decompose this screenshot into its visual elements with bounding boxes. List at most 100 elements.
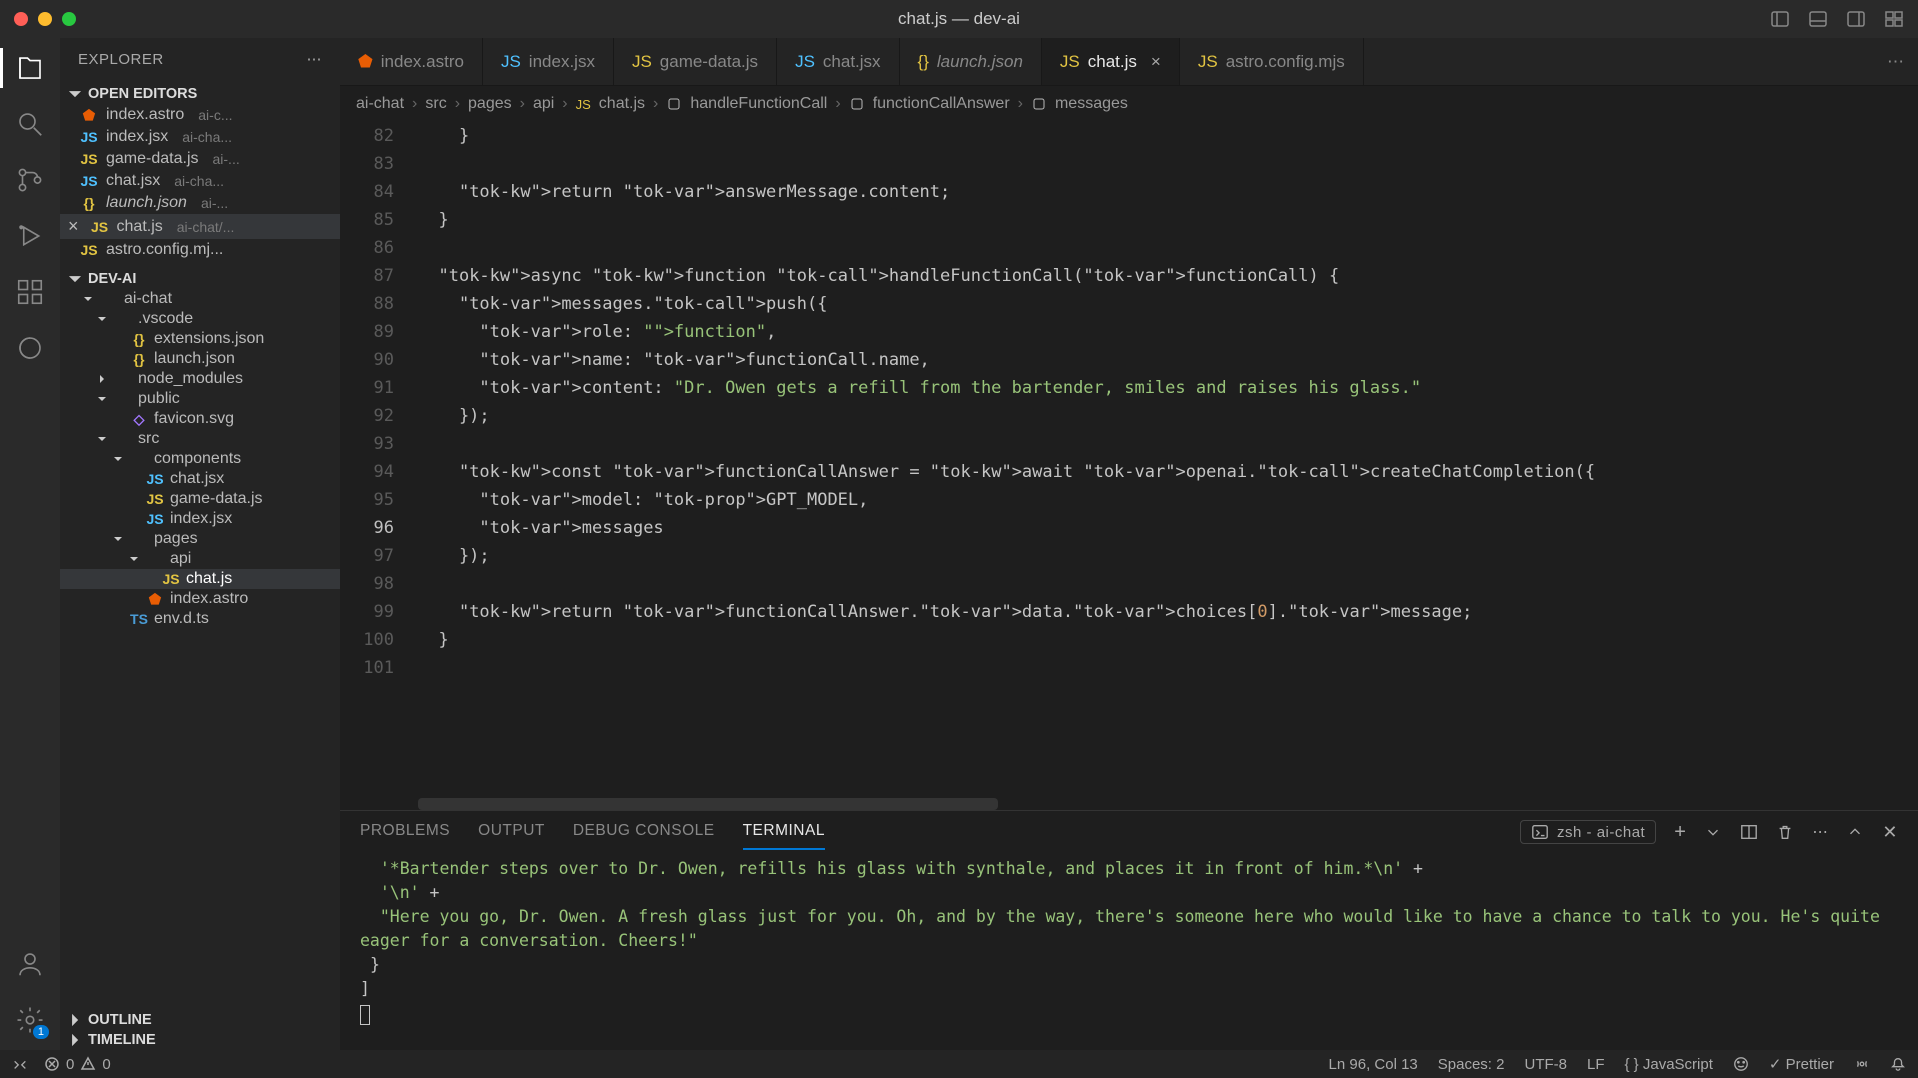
editor-tab[interactable]: {}launch.json	[900, 38, 1042, 85]
trash-icon[interactable]	[1776, 823, 1794, 841]
breadcrumb-item[interactable]: src	[425, 95, 446, 113]
file-path-hint: ai-chat/...	[177, 219, 235, 235]
sidebar-more-icon[interactable]: ⋯	[307, 50, 323, 68]
prettier-status[interactable]: ✓ Prettier	[1769, 1055, 1834, 1073]
accounts-button[interactable]	[14, 948, 46, 980]
maximize-window-button[interactable]	[62, 12, 76, 26]
encoding-status[interactable]: UTF-8	[1524, 1056, 1567, 1073]
chevron-right-icon	[68, 1013, 82, 1027]
close-icon[interactable]: ×	[68, 216, 79, 237]
file-item[interactable]: {}launch.json	[60, 349, 340, 369]
breadcrumb-item[interactable]: ai-chat	[356, 95, 404, 113]
chevron-down-icon[interactable]	[1704, 823, 1722, 841]
timeline-section[interactable]: TIMELINE	[60, 1030, 340, 1050]
open-editor-item[interactable]: JSindex.jsxai-cha...	[60, 126, 340, 148]
editor-tab[interactable]: JSgame-data.js	[614, 38, 777, 85]
feedback-icon[interactable]	[1733, 1056, 1749, 1072]
close-window-button[interactable]	[14, 12, 28, 26]
minimize-window-button[interactable]	[38, 12, 52, 26]
settings-button[interactable]: 1	[14, 1004, 46, 1036]
panel-tab[interactable]: OUTPUT	[478, 814, 545, 850]
extensions-tab[interactable]	[14, 276, 46, 308]
panel-left-icon[interactable]	[1770, 9, 1790, 29]
breadcrumb[interactable]: ai-chat›src›pages›api›JSchat.js›handleFu…	[340, 86, 1918, 122]
horizontal-scrollbar[interactable]	[418, 798, 998, 810]
editor-tab[interactable]: JSchat.jsx	[777, 38, 899, 85]
panel-more-icon[interactable]: ⋯	[1812, 823, 1828, 842]
close-tab-icon[interactable]: ×	[1151, 52, 1161, 72]
breadcrumb-item[interactable]: pages	[468, 95, 512, 113]
radio-icon[interactable]	[1854, 1056, 1870, 1072]
folder-item[interactable]: ai-chat	[60, 289, 340, 309]
file-item[interactable]: JSgame-data.js	[60, 489, 340, 509]
misc-tab[interactable]	[14, 332, 46, 364]
project-section[interactable]: DEV-AI	[60, 269, 340, 289]
code-content[interactable]: } "tok-kw">return "tok-var">answerMessag…	[418, 122, 1918, 810]
layout-grid-icon[interactable]	[1884, 9, 1904, 29]
open-editor-item[interactable]: {}launch.jsonai-...	[60, 192, 340, 214]
breadcrumb-item[interactable]: functionCallAnswer	[873, 95, 1010, 113]
search-tab[interactable]	[14, 108, 46, 140]
folder-item[interactable]: public	[60, 389, 340, 409]
tab-more-icon[interactable]: ⋯	[1887, 52, 1904, 72]
terminal-selector[interactable]: zsh - ai-chat	[1520, 820, 1656, 844]
tab-label: game-data.js	[660, 52, 758, 72]
open-editor-item[interactable]: JSchat.jsxai-cha...	[60, 170, 340, 192]
editor-tab[interactable]: JSchat.js×	[1042, 38, 1180, 85]
language-status[interactable]: { } JavaScript	[1625, 1056, 1713, 1073]
sidebar-title: EXPLORER	[78, 51, 164, 68]
folder-item[interactable]: pages	[60, 529, 340, 549]
open-editor-item[interactable]: ⬟index.astroai-c...	[60, 104, 340, 126]
breadcrumb-item[interactable]: messages	[1055, 95, 1128, 113]
remote-icon[interactable]	[12, 1056, 28, 1072]
outline-section[interactable]: OUTLINE	[60, 1010, 340, 1030]
folder-item[interactable]: src	[60, 429, 340, 449]
chevron-down-icon	[96, 433, 108, 445]
file-item[interactable]: JSindex.jsx	[60, 509, 340, 529]
file-item[interactable]: {}extensions.json	[60, 329, 340, 349]
file-icon: JS	[80, 129, 98, 145]
editor-tab[interactable]: JSastro.config.mjs	[1180, 38, 1364, 85]
panel-tab[interactable]: TERMINAL	[743, 814, 825, 850]
problems-status[interactable]: 0 0	[44, 1056, 111, 1073]
breadcrumb-item[interactable]: chat.js	[599, 95, 645, 113]
folder-item[interactable]: .vscode	[60, 309, 340, 329]
open-editor-item[interactable]: JSastro.config.mj...	[60, 239, 340, 261]
folder-item[interactable]: components	[60, 449, 340, 469]
debug-tab[interactable]	[14, 220, 46, 252]
folder-item[interactable]: node_modules	[60, 369, 340, 389]
editor-tab[interactable]: ⬟index.astro	[340, 38, 483, 85]
editor-tab[interactable]: JSindex.jsx	[483, 38, 614, 85]
file-icon: ⬟	[146, 591, 164, 608]
indentation-status[interactable]: Spaces: 2	[1438, 1056, 1505, 1073]
terminal-output[interactable]: '*Bartender steps over to Dr. Owen, refi…	[340, 853, 1918, 1050]
bell-icon[interactable]	[1890, 1056, 1906, 1072]
file-item[interactable]: JSchat.js	[60, 569, 340, 589]
breadcrumb-item[interactable]: handleFunctionCall	[690, 95, 827, 113]
file-item[interactable]: ⬟index.astro	[60, 589, 340, 609]
explorer-tab[interactable]	[14, 52, 46, 84]
new-terminal-icon[interactable]: +	[1674, 821, 1686, 844]
code-editor[interactable]: 8283848586878889909192939495969798991001…	[340, 122, 1918, 810]
breadcrumb-separator: ›	[1018, 95, 1023, 113]
cursor-position[interactable]: Ln 96, Col 13	[1329, 1056, 1418, 1073]
open-editor-item[interactable]: ×JSchat.jsai-chat/...	[60, 214, 340, 239]
breadcrumb-item[interactable]: api	[533, 95, 554, 113]
open-editor-item[interactable]: JSgame-data.jsai-...	[60, 148, 340, 170]
open-editors-section[interactable]: OPEN EDITORS	[60, 84, 340, 104]
file-item[interactable]: JSchat.jsx	[60, 469, 340, 489]
tab-label: index.astro	[381, 52, 464, 72]
symbol-icon	[849, 96, 865, 112]
folder-item[interactable]: api	[60, 549, 340, 569]
split-terminal-icon[interactable]	[1740, 823, 1758, 841]
maximize-panel-icon[interactable]	[1846, 823, 1864, 841]
source-control-tab[interactable]	[14, 164, 46, 196]
panel-tab[interactable]: PROBLEMS	[360, 814, 450, 850]
panel-tab[interactable]: DEBUG CONSOLE	[573, 814, 715, 850]
eol-status[interactable]: LF	[1587, 1056, 1605, 1073]
panel-right-icon[interactable]	[1846, 9, 1866, 29]
file-item[interactable]: TSenv.d.ts	[60, 609, 340, 629]
close-panel-icon[interactable]: ✕	[1882, 822, 1898, 843]
panel-bottom-icon[interactable]	[1808, 9, 1828, 29]
file-item[interactable]: ◇favicon.svg	[60, 409, 340, 429]
